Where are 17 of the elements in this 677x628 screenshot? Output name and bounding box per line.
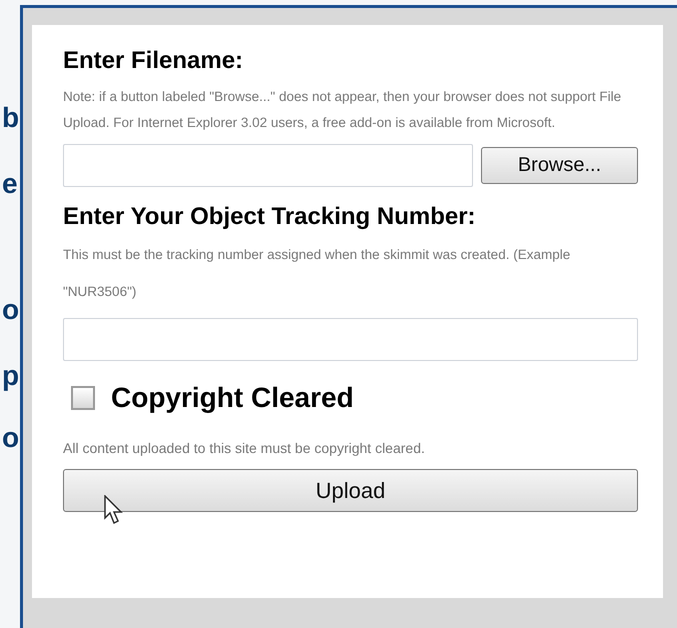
section-heading: Enter Filename: <box>63 47 244 76</box>
checkbox[interactable] <box>71 386 95 410</box>
checkbox-label: Copyright Cleared <box>111 380 354 415</box>
section-heading: Enter Your Object Tracking Number: <box>63 202 477 232</box>
help-text: Note: if a button labeled "Browse..." does not appear, then your browser does not support File Upload. For Internet Explorer 3.02 users, a free add-on is available from Microsoft. <box>63 88 622 132</box>
background-text: o <box>2 296 20 324</box>
cursor-icon <box>104 495 126 525</box>
upload-button[interactable]: Upload <box>63 468 638 512</box>
background-text: o <box>2 424 20 452</box>
filename-field[interactable] <box>63 144 473 187</box>
help-text: This must be the tracking number assigned when the skimmit was created. (Example "NUR3506") <box>63 246 572 301</box>
background-text: p <box>2 362 20 390</box>
background-text: e <box>2 170 18 198</box>
background-text: b <box>2 104 20 132</box>
tracking-number-field[interactable] <box>63 318 638 361</box>
browse-button[interactable]: Browse... <box>481 146 638 184</box>
help-text: All content uploaded to this site must be copyright cleared. <box>63 438 426 458</box>
